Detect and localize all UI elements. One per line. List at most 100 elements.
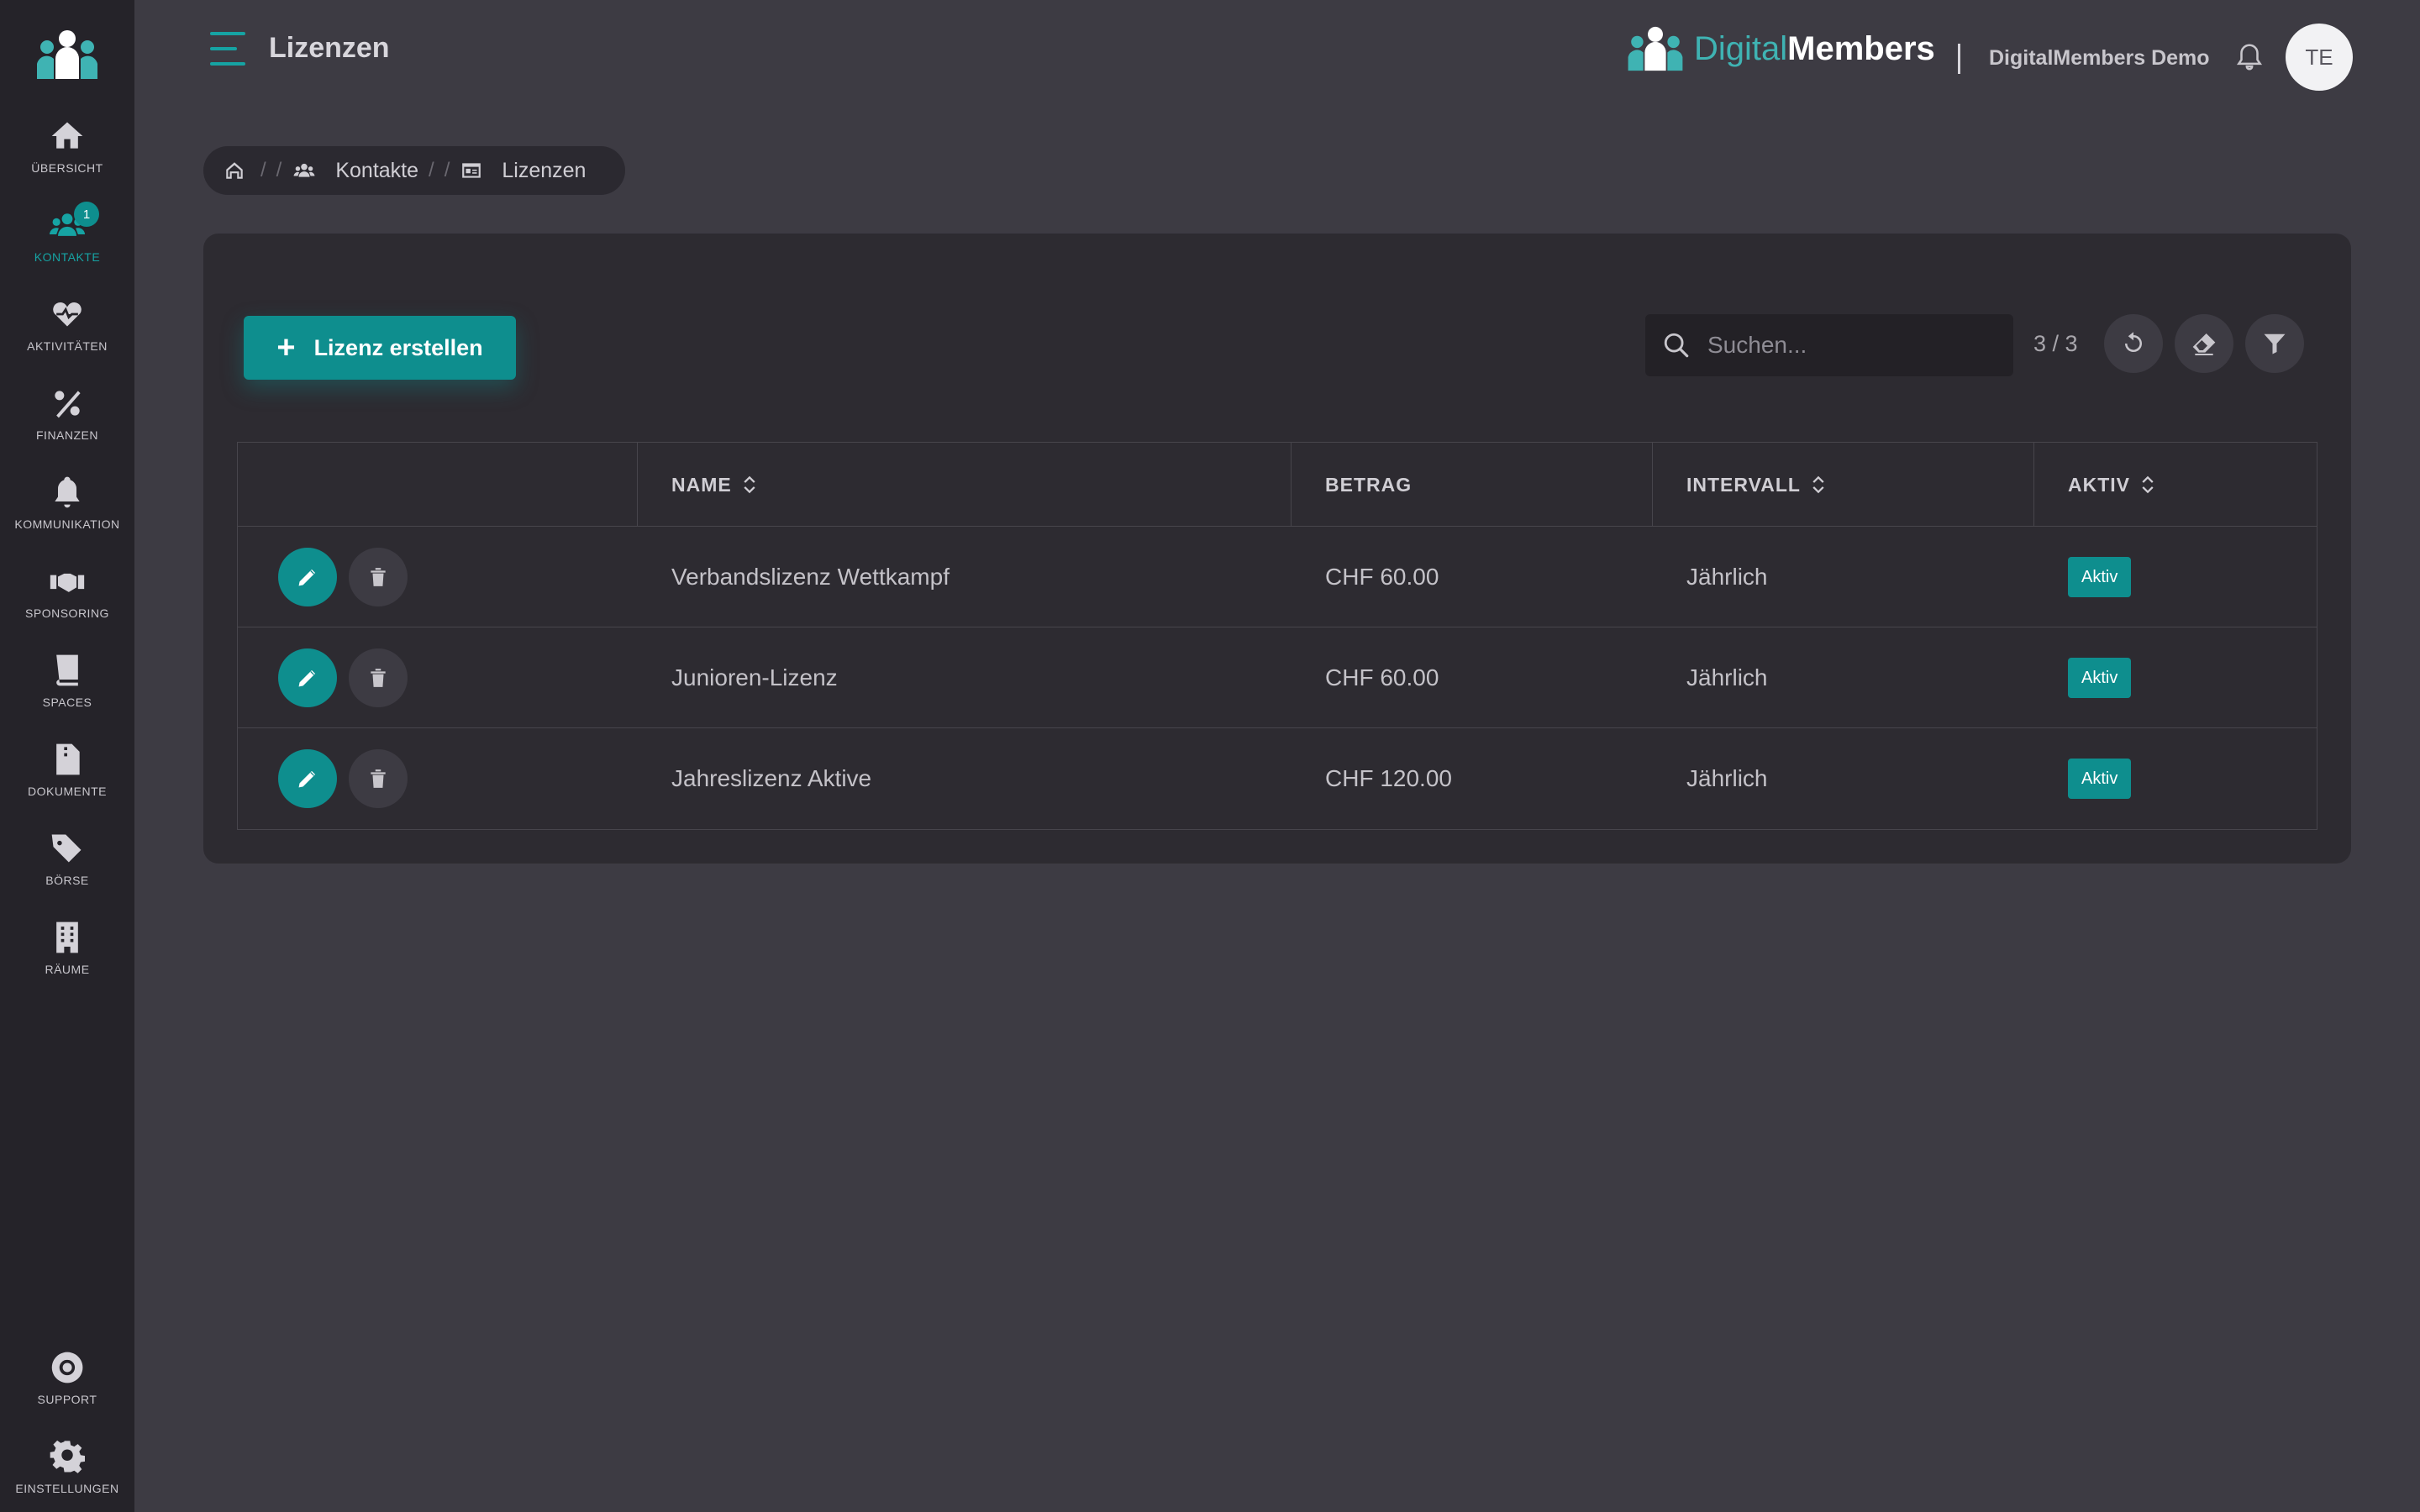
sidebar-item-aktivitaeten[interactable]: AKTIVITÄTEN: [0, 296, 134, 371]
bell-icon: [55, 476, 80, 508]
search-icon: [1664, 333, 1689, 358]
cell-intervall: Jährlich: [1686, 564, 1768, 590]
breadcrumb-label: Kontakte: [335, 158, 419, 182]
sidebar-item-label: SUPPORT: [37, 1393, 97, 1406]
search-box: [1645, 314, 2013, 376]
column-header-label: BETRAG: [1325, 473, 1413, 496]
column-header-label: NAME: [671, 473, 732, 496]
sidebar-item-label: FINANZEN: [36, 428, 98, 442]
delete-button[interactable]: [349, 749, 408, 808]
sidebar-item-label: EINSTELLUNGEN: [15, 1482, 119, 1495]
sidebar-item-support[interactable]: SUPPORT: [0, 1349, 134, 1425]
hamburger-line: [210, 62, 245, 66]
heart-pulse-icon: [50, 300, 84, 330]
notification-badge: 1: [74, 202, 99, 227]
pencil-icon: [297, 669, 317, 689]
sidebar-item-label: ÜBERSICHT: [31, 161, 103, 175]
column-header-label: AKTIV: [2068, 473, 2130, 496]
column-header-intervall[interactable]: INTERVALL: [1653, 443, 2034, 527]
breadcrumb-separator: /: [260, 159, 266, 181]
delete-button[interactable]: [349, 648, 408, 707]
sidebar-item-raeume[interactable]: RÄUME: [0, 919, 134, 995]
sidebar-item-label: SPONSORING: [25, 606, 109, 620]
book-icon: [56, 654, 78, 686]
cell-name: Verbandslizenz Wettkampf: [671, 564, 950, 590]
page-title: Lizenzen: [269, 32, 390, 64]
sidebar-item-finanzen[interactable]: FINANZEN: [0, 385, 134, 460]
life-ring-icon: [51, 1352, 83, 1383]
trash-icon: [371, 669, 386, 687]
licenses-card: + Lizenz erstellen 3 / 3 NAME BETRAG INT…: [203, 234, 2351, 864]
trash-icon: [371, 568, 386, 586]
edit-button[interactable]: [278, 648, 337, 707]
breadcrumb-home[interactable]: [224, 160, 245, 181]
column-header-betrag: BETRAG: [1292, 443, 1653, 527]
user-avatar[interactable]: TE: [2286, 24, 2353, 91]
trash-icon: [371, 769, 386, 788]
app-logo-icon[interactable]: [34, 29, 101, 81]
refresh-button[interactable]: [2104, 314, 2163, 373]
edit-button[interactable]: [278, 548, 337, 606]
notifications-bell-icon[interactable]: [2233, 40, 2265, 74]
sidebar-item-dokumente[interactable]: DOKUMENTE: [0, 741, 134, 816]
brand-logo-icon: [1628, 26, 1683, 71]
cell-aktiv: Aktiv: [2068, 627, 2132, 728]
sidebar-item-spaces[interactable]: SPACES: [0, 652, 134, 727]
pencil-icon: [297, 568, 317, 588]
sort-icon: [1812, 475, 1824, 494]
building-icon: [56, 921, 78, 953]
table-row[interactable]: Junioren-Lizenz CHF 60.00 Jährlich Aktiv: [238, 627, 2317, 728]
sidebar-item-boerse[interactable]: BÖRSE: [0, 830, 134, 906]
table-row[interactable]: Verbandslizenz Wettkampf CHF 60.00 Jährl…: [238, 527, 2317, 627]
sidebar-item-label: RÄUME: [45, 963, 90, 976]
file-archive-icon: [56, 743, 80, 775]
sidebar-item-label: BÖRSE: [45, 874, 89, 887]
sidebar-item-uebersicht[interactable]: ÜBERSICHT: [0, 118, 134, 193]
search-input[interactable]: [1707, 332, 2010, 359]
sidebar-item-kontakte[interactable]: 1 KONTAKTE: [0, 202, 134, 282]
sidebar-item-label: DOKUMENTE: [28, 785, 107, 798]
cell-intervall: Jährlich: [1686, 664, 1768, 690]
result-count: 3 / 3: [2033, 331, 2078, 356]
breadcrumb-separator: /: [276, 159, 282, 181]
eraser-icon: [2192, 333, 2216, 355]
sidebar-item-sponsoring[interactable]: SPONSORING: [0, 563, 134, 638]
clear-filters-button[interactable]: [2175, 314, 2233, 373]
users-icon: [293, 163, 315, 177]
breadcrumb-separator: /: [444, 159, 450, 181]
pencil-icon: [297, 769, 317, 790]
column-header-aktiv[interactable]: AKTIV: [2034, 443, 2318, 527]
breadcrumb: / / Kontakte / / Lizenzen: [203, 146, 625, 195]
brand-divider: [1958, 44, 1960, 74]
edit-button[interactable]: [278, 749, 337, 808]
breadcrumb-kontakte[interactable]: Kontakte: [292, 159, 418, 183]
sidebar-item-kommunikation[interactable]: KOMMUNIKATION: [0, 474, 134, 549]
create-license-button[interactable]: + Lizenz erstellen: [244, 316, 516, 380]
table-row[interactable]: Jahreslizenz Aktive CHF 120.00 Jährlich …: [238, 728, 2317, 829]
status-badge: Aktiv: [2068, 759, 2132, 799]
column-header-name[interactable]: NAME: [638, 443, 1292, 527]
filter-button[interactable]: [2245, 314, 2304, 373]
sort-icon: [744, 475, 755, 494]
sidebar-item-label: KOMMUNIKATION: [14, 517, 120, 531]
sidebar-item-label: AKTIVITÄTEN: [27, 339, 108, 353]
cell-aktiv: Aktiv: [2068, 728, 2132, 829]
cell-aktiv: Aktiv: [2068, 527, 2132, 627]
refresh-icon: [2125, 332, 2142, 352]
breadcrumb-lizenzen[interactable]: Lizenzen: [460, 159, 586, 183]
sidebar-item-einstellungen[interactable]: EINSTELLUNGEN: [0, 1438, 134, 1512]
hamburger-line: [210, 47, 237, 50]
handshake-icon: [50, 573, 85, 592]
id-card-icon: [462, 163, 481, 178]
brand-name-members: Members: [1787, 29, 1935, 67]
organization-name[interactable]: DigitalMembers Demo: [1989, 46, 2210, 71]
column-header-label: INTERVALL: [1686, 473, 1801, 496]
delete-button[interactable]: [349, 548, 408, 606]
filter-icon: [2264, 333, 2286, 354]
status-badge: Aktiv: [2068, 557, 2132, 597]
table-header: NAME BETRAG INTERVALL AKTIV: [238, 443, 2317, 527]
tags-icon: [51, 834, 82, 863]
cell-name: Jahreslizenz Aktive: [671, 765, 872, 791]
hamburger-line: [210, 32, 245, 35]
menu-toggle-button[interactable]: [210, 32, 245, 66]
